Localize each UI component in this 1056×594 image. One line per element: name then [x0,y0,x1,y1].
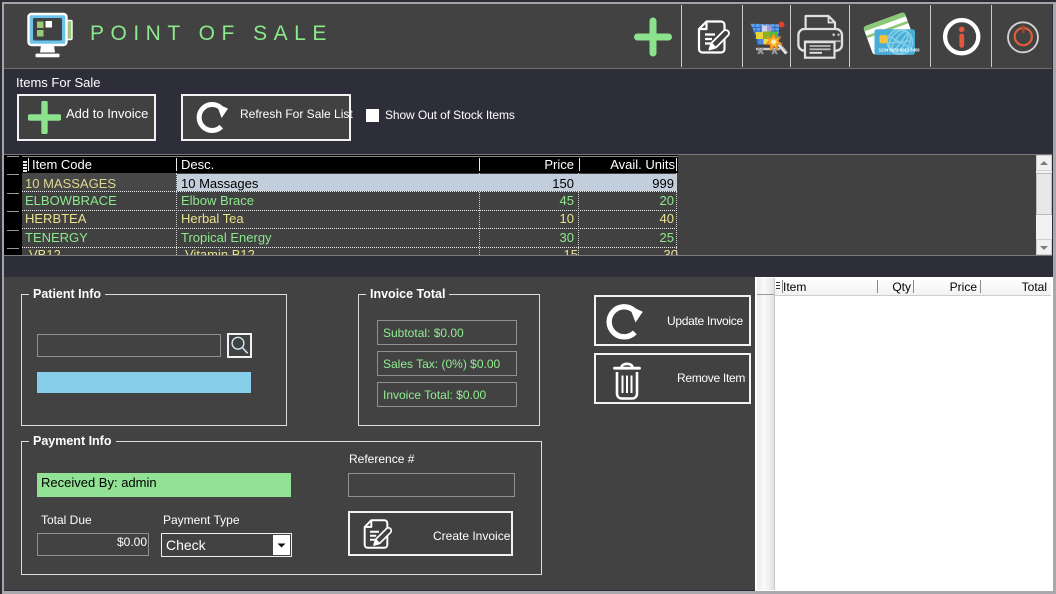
svg-text:1234 5678 9012 3456: 1234 5678 9012 3456 [879,47,920,52]
